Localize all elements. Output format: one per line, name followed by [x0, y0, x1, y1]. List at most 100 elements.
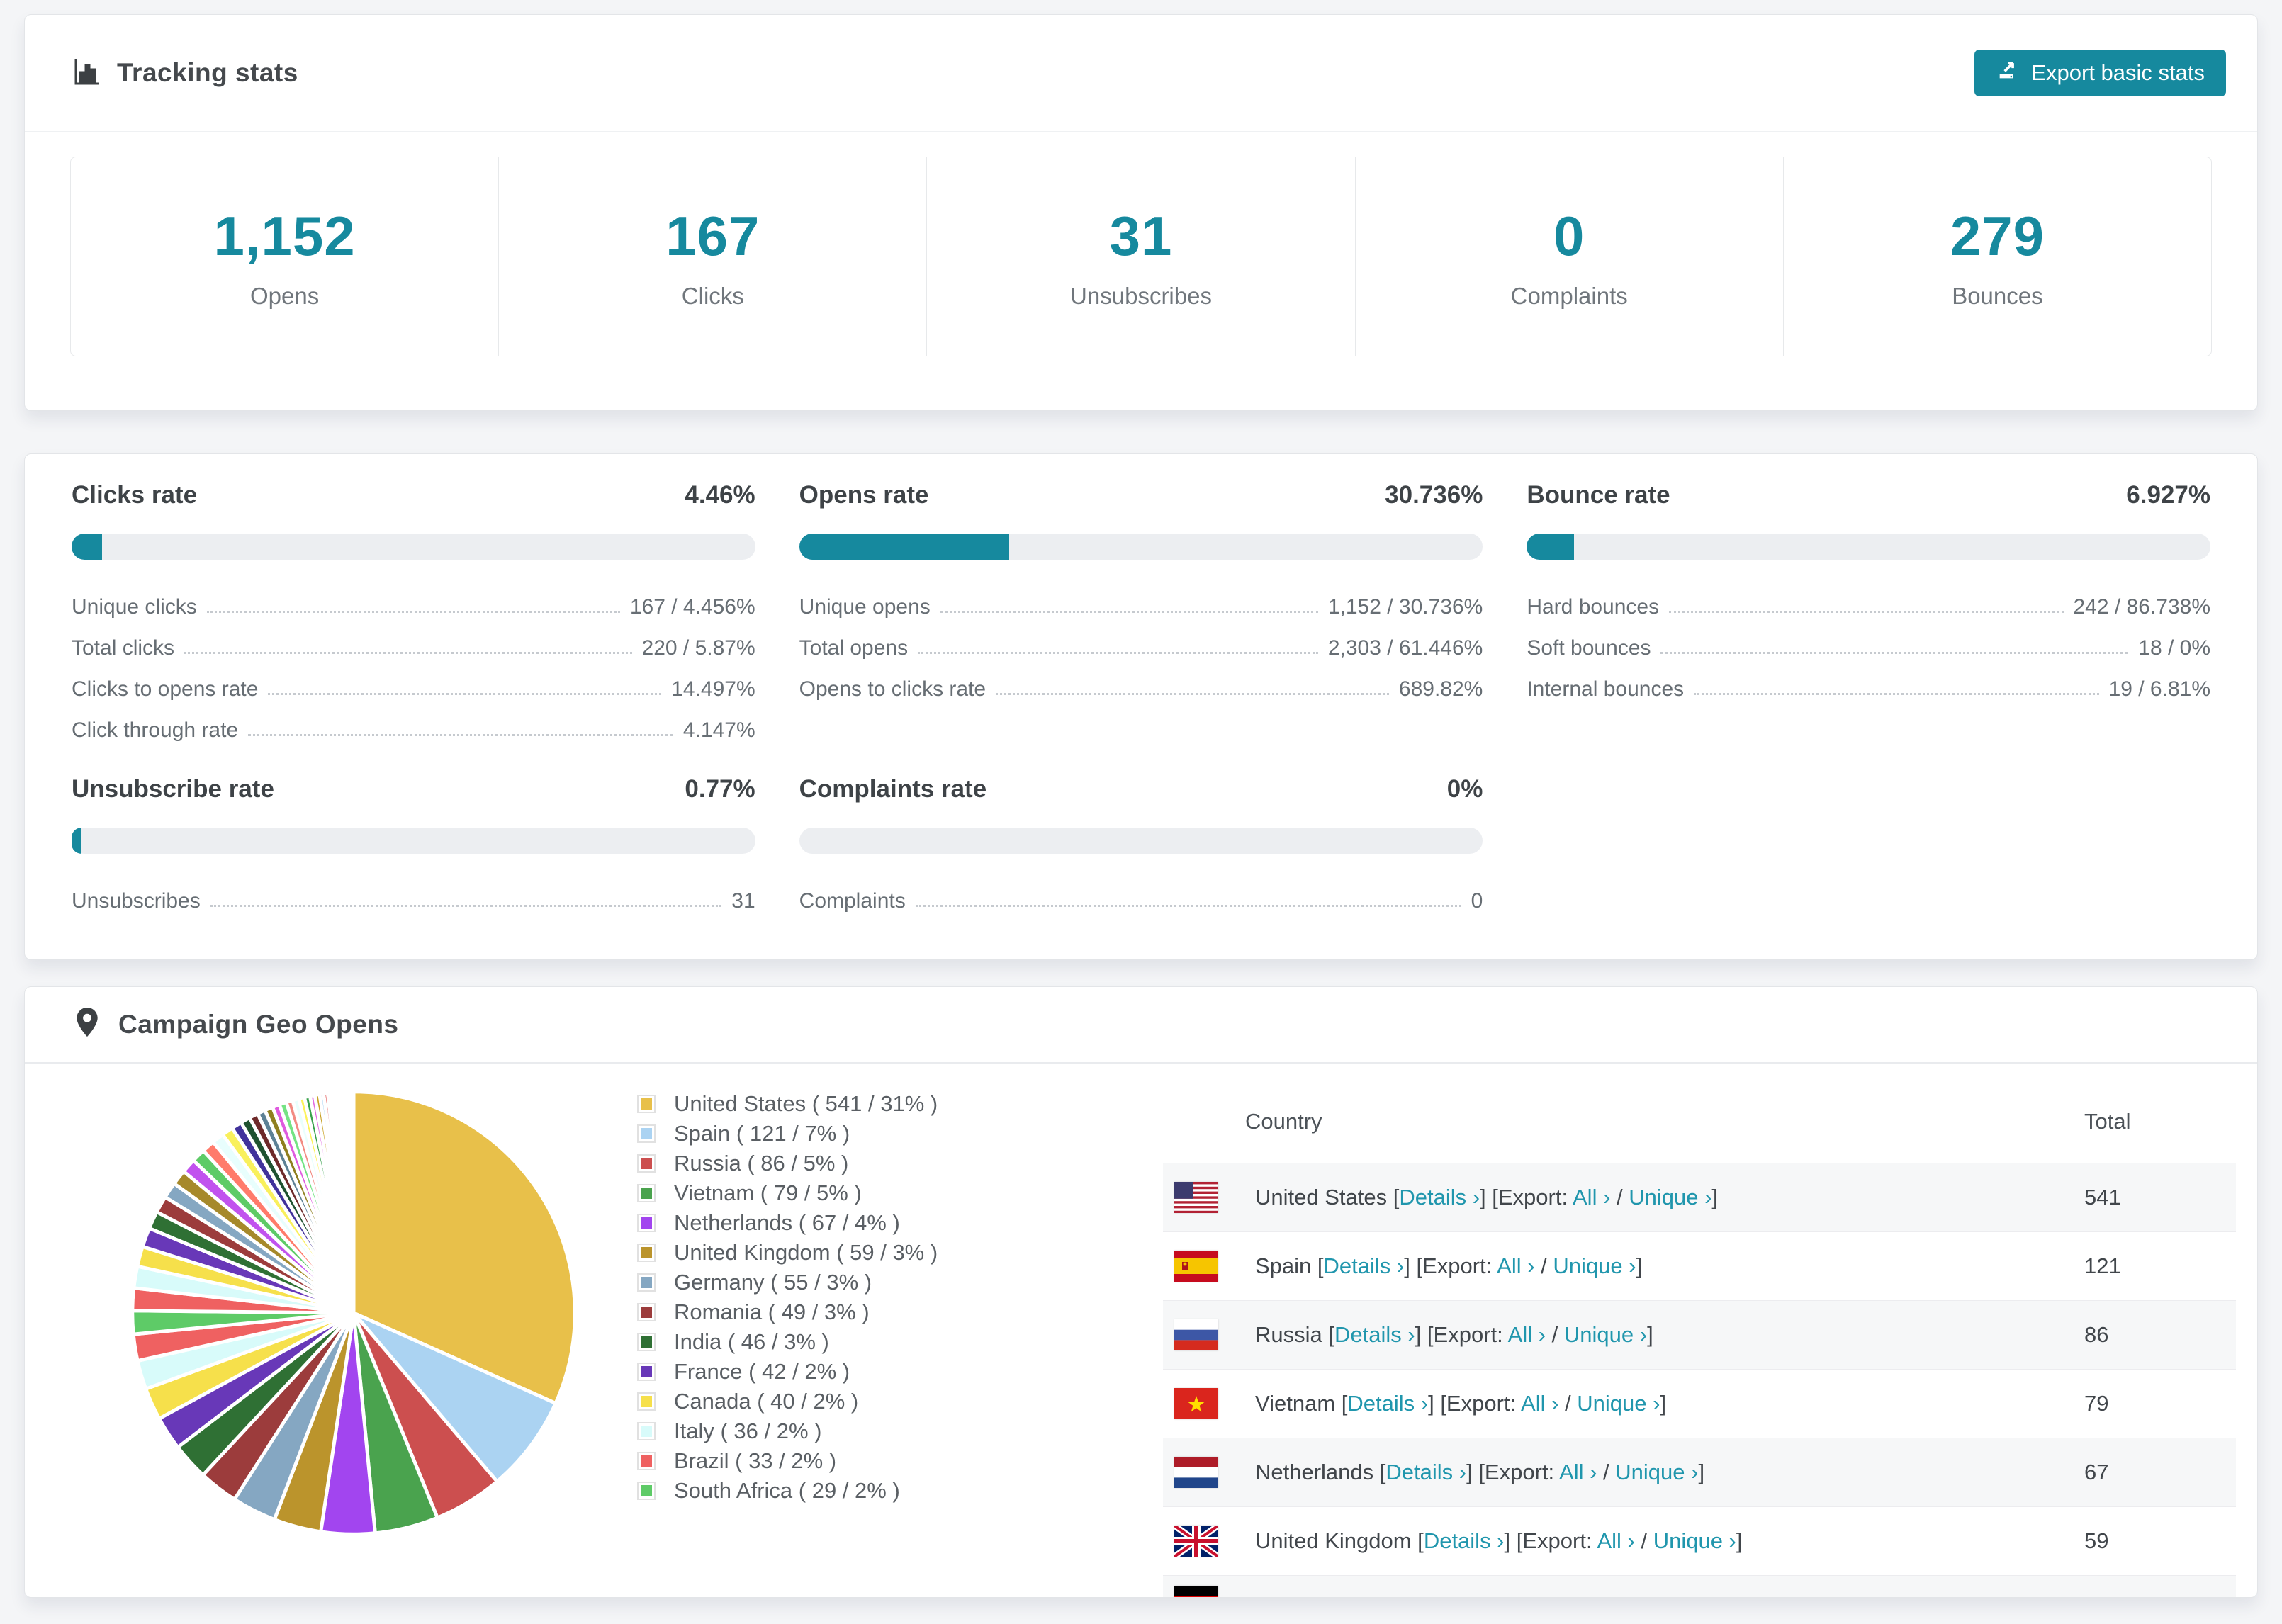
- legend-swatch: [637, 1124, 656, 1143]
- export-basic-stats-button[interactable]: Export basic stats: [1974, 50, 2226, 96]
- stat-box-bounces: 279 Bounces: [1782, 157, 2211, 356]
- dotted-leader: [1694, 693, 2099, 695]
- rate-detail-row: Opens to clicks rate 689.82%: [799, 660, 1483, 701]
- rate-detail-value: 242 / 86.738%: [2073, 595, 2211, 619]
- export-all-link[interactable]: All ›: [1508, 1322, 1546, 1347]
- opens-label: Opens: [249, 282, 320, 309]
- legend-item: Russia ( 86 / 5% ): [637, 1149, 1163, 1178]
- country-name: Russia [: [1255, 1322, 1334, 1347]
- country-name: Vietnam [: [1255, 1391, 1348, 1416]
- details-link[interactable]: Details ›: [1324, 1253, 1405, 1278]
- legend-swatch: [637, 1095, 656, 1113]
- rate-detail-row: Internal bounces 19 / 6.81%: [1527, 660, 2210, 701]
- legend-item: Germany ( 55 / 3% ): [637, 1268, 1163, 1297]
- rate-detail-value: 0: [1471, 889, 1483, 913]
- geo-table-row: Vietnam [Details ›] [Export: All › / Uni…: [1163, 1369, 2236, 1438]
- details-link[interactable]: Details ›: [1424, 1528, 1505, 1553]
- tracking-stats-card: Tracking stats Export basic stats 1,152 …: [24, 14, 2258, 411]
- geo-table-body: United States [Details ›] [Export: All ›…: [1163, 1163, 2236, 1597]
- geo-table-row: Netherlands [Details ›] [Export: All › /…: [1163, 1438, 2236, 1506]
- rate-detail-value: 167 / 4.456%: [629, 595, 755, 619]
- legend-item: Italy ( 36 / 2% ): [637, 1416, 1163, 1446]
- dotted-leader: [996, 693, 1389, 695]
- bounce-rate-panel: Bounce rate 6.927% Hard bounces 242 / 86.…: [1527, 470, 2210, 743]
- pie-svg: [130, 1090, 577, 1536]
- export-unique-link[interactable]: Unique ›: [1564, 1322, 1647, 1347]
- opens-rate-title: Opens rate: [799, 481, 929, 509]
- clicks-rate-panel: Clicks rate 4.46% Unique clicks 167 / 4.4…: [72, 470, 755, 743]
- details-link[interactable]: Details ›: [1386, 1460, 1466, 1484]
- complaints-rate-title: Complaints rate: [799, 775, 987, 803]
- rate-detail-label: Total opens: [799, 636, 909, 660]
- dotted-leader: [210, 905, 722, 907]
- nl-flag-icon: [1174, 1457, 1218, 1488]
- link-separator: /: [1558, 1391, 1578, 1416]
- rate-detail-row: Click through rate 4.147%: [72, 701, 755, 743]
- rate-detail-label: Clicks to opens rate: [72, 677, 259, 701]
- gb-flag-icon: [1174, 1526, 1218, 1557]
- details-link[interactable]: Details ›: [1334, 1322, 1415, 1347]
- export-prefix: ] [Export:: [1480, 1185, 1573, 1209]
- legend-item: France ( 42 / 2% ): [637, 1357, 1163, 1387]
- legend-swatch: [637, 1214, 656, 1232]
- opens-rate-progress-fill: [799, 534, 1010, 560]
- opens-rate-progressbar: [799, 534, 1483, 560]
- clicks-rate-value: 4.46%: [685, 481, 755, 509]
- dotted-leader: [940, 611, 1318, 613]
- rate-detail-label: Click through rate: [72, 718, 239, 742]
- legend-item: Brazil ( 33 / 2% ): [637, 1446, 1163, 1476]
- rate-detail-row: Unique clicks 167 / 4.456%: [72, 578, 755, 619]
- legend-swatch: [637, 1303, 656, 1321]
- export-all-link[interactable]: All ›: [1559, 1460, 1597, 1484]
- rate-detail-value: 1,152 / 30.736%: [1327, 595, 1483, 619]
- export-all-link[interactable]: All ›: [1521, 1391, 1558, 1416]
- geo-table-header-row: Country Total: [1163, 1081, 2236, 1163]
- link-separator: /: [1546, 1322, 1564, 1347]
- export-unique-link[interactable]: Unique ›: [1553, 1253, 1636, 1278]
- stat-box-clicks: 167 Clicks: [498, 157, 926, 356]
- geo-table-row: United Kingdom [Details ›] [Export: All …: [1163, 1506, 2236, 1575]
- geo-table-row: Spain [Details ›] [Export: All › / Uniqu…: [1163, 1231, 2236, 1300]
- details-link[interactable]: Details ›: [1347, 1391, 1428, 1416]
- legend-swatch: [637, 1184, 656, 1202]
- clicks-count: 167: [665, 204, 760, 267]
- opens-count: 1,152: [213, 204, 356, 267]
- es-flag-icon: [1174, 1251, 1218, 1282]
- rate-detail-label: Hard bounces: [1527, 595, 1660, 619]
- dotted-leader: [918, 652, 1318, 654]
- geo-pie-chart: [70, 1081, 637, 1543]
- unsubscribes-label: Unsubscribes: [1070, 282, 1212, 309]
- export-unique-link[interactable]: Unique ›: [1577, 1391, 1660, 1416]
- complaints-count: 0: [1553, 204, 1585, 267]
- export-unique-link[interactable]: Unique ›: [1615, 1460, 1698, 1484]
- legend-label: India ( 46 / 3% ): [674, 1329, 829, 1354]
- bracket-close: ]: [1712, 1185, 1719, 1209]
- pie-slice-other: [351, 1090, 356, 1315]
- bracket-close: ]: [1636, 1253, 1643, 1278]
- stat-box-unsubscribes: 31 Unsubscribes: [926, 157, 1354, 356]
- rate-detail-value: 31: [731, 889, 755, 913]
- dotted-leader: [1660, 652, 2129, 654]
- legend-label: Russia ( 86 / 5% ): [674, 1151, 849, 1175]
- rate-detail-row: Unique opens 1,152 / 30.736%: [799, 578, 1483, 619]
- export-unique-link[interactable]: Unique ›: [1629, 1185, 1712, 1209]
- details-link[interactable]: Details ›: [1399, 1185, 1480, 1209]
- ru-flag-icon: [1174, 1319, 1218, 1350]
- legend-label: Spain ( 121 / 7% ): [674, 1121, 850, 1146]
- legend-label: United States ( 541 / 31% ): [674, 1091, 938, 1116]
- country-total: 86: [2084, 1322, 2109, 1347]
- export-all-link[interactable]: All ›: [1497, 1253, 1534, 1278]
- export-unique-link[interactable]: Unique ›: [1653, 1528, 1736, 1553]
- legend-swatch: [637, 1333, 656, 1351]
- export-all-link[interactable]: All ›: [1597, 1528, 1634, 1553]
- bounces-label: Bounces: [1952, 282, 2043, 309]
- geo-table-row: [1163, 1575, 2236, 1597]
- dotted-leader: [1669, 611, 2064, 613]
- geo-header: Campaign Geo Opens: [25, 987, 2257, 1064]
- de-flag-icon: [1174, 1586, 1218, 1597]
- legend-label: France ( 42 / 2% ): [674, 1359, 850, 1384]
- bracket-close: ]: [1736, 1528, 1743, 1553]
- export-all-link[interactable]: All ›: [1573, 1185, 1610, 1209]
- export-button-label: Export basic stats: [2031, 60, 2205, 85]
- legend-label: Canada ( 40 / 2% ): [674, 1389, 859, 1414]
